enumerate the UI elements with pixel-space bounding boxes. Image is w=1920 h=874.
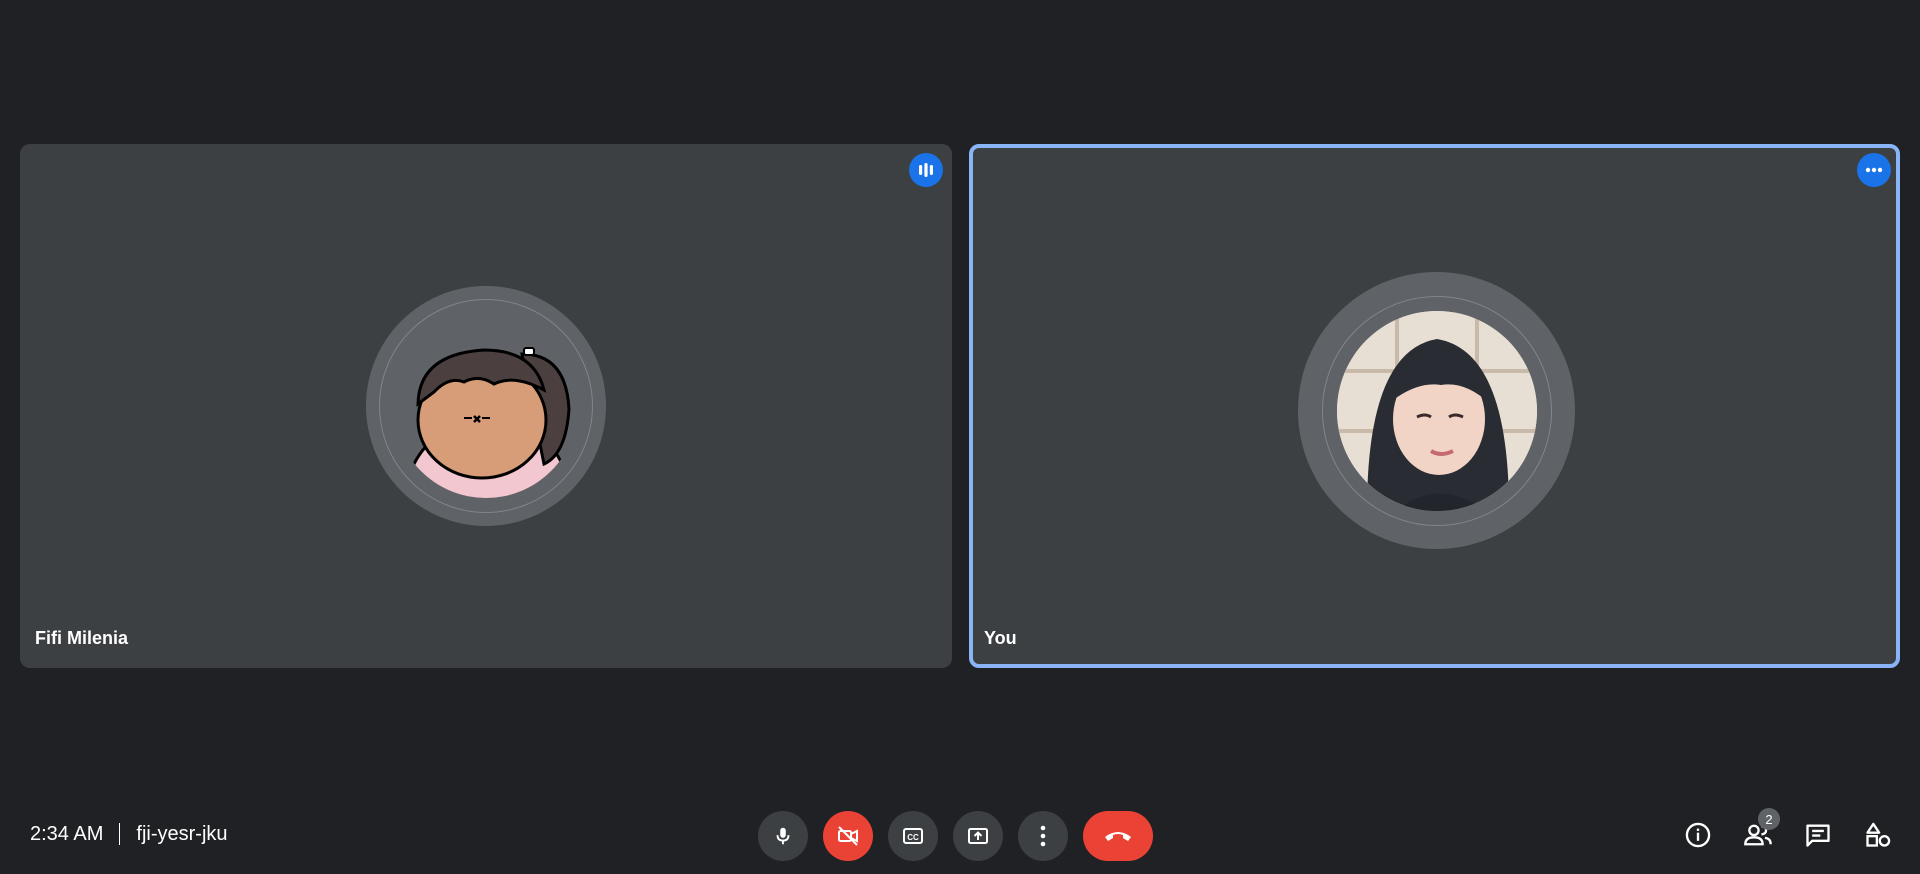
cartoon-girl-avatar-icon	[412, 347, 571, 498]
avatar-ring	[366, 286, 606, 526]
meeting-time: 2:34 AM	[30, 822, 104, 845]
camera-toggle-button[interactable]	[823, 811, 873, 861]
bottom-bar: 2:34 AM fji-yesr-jku CC 2	[0, 794, 1920, 874]
present-screen-button[interactable]	[953, 811, 1003, 861]
participant-tile-fifi[interactable]: Fifi Milenia	[20, 144, 952, 668]
more-options-icon[interactable]	[1857, 153, 1891, 187]
hang-up-icon	[1105, 832, 1131, 841]
present-screen-icon	[968, 828, 988, 844]
cc-icon: CC	[903, 828, 923, 844]
people-count-badge: 2	[1758, 808, 1780, 830]
call-controls: CC	[758, 811, 1153, 861]
participant-name: You	[984, 628, 1017, 648]
captions-button[interactable]: CC	[888, 811, 938, 861]
participant-tile-self[interactable]: You	[969, 144, 1900, 668]
info-icon	[1685, 822, 1711, 848]
activities-icon	[1866, 822, 1891, 847]
avatar	[1336, 310, 1537, 511]
leave-call-button[interactable]	[1083, 811, 1153, 861]
avatar	[394, 314, 578, 498]
participant-name: Fifi Milenia	[35, 628, 129, 648]
more-vert-icon	[1040, 825, 1046, 847]
chat-button[interactable]	[1794, 811, 1842, 859]
more-options-button[interactable]	[1018, 811, 1068, 861]
people-button[interactable]: 2	[1734, 808, 1782, 859]
audio-level-icon	[909, 153, 943, 187]
meeting-details-button[interactable]	[1674, 811, 1722, 859]
mic-icon	[776, 827, 790, 845]
meeting-info: 2:34 AM fji-yesr-jku	[30, 794, 228, 874]
microphone-button[interactable]	[758, 811, 808, 861]
chat-icon	[1806, 824, 1830, 847]
avatar-ring	[1298, 272, 1575, 549]
camera-off-icon	[838, 826, 858, 846]
divider	[119, 823, 121, 845]
activities-button[interactable]	[1854, 811, 1902, 859]
profile-photo-icon	[1336, 310, 1537, 511]
svg-text:CC: CC	[907, 833, 919, 842]
meeting-code[interactable]: fji-yesr-jku	[136, 823, 227, 846]
side-panel-tools: 2	[1674, 808, 1902, 859]
